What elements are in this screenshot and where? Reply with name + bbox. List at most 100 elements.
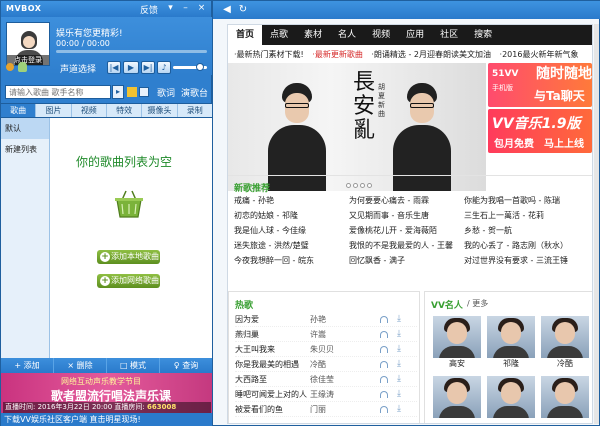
- ticker-item[interactable]: ·2016最火新年新气象: [500, 50, 579, 59]
- user-icon[interactable]: [18, 62, 27, 72]
- tab-camera[interactable]: 摄像头: [142, 104, 178, 117]
- song-link[interactable]: 我是仙人球 - 今佳缘: [234, 225, 349, 240]
- add-local-song-button[interactable]: + 添加本地歌曲: [97, 250, 160, 264]
- song-link[interactable]: 乡愁 - 贺一航: [464, 225, 590, 240]
- playlist-new[interactable]: 新建列表: [1, 139, 49, 160]
- page-scrollbar[interactable]: [594, 24, 599, 424]
- tab-record[interactable]: 录制: [178, 104, 213, 117]
- download-icon[interactable]: ⤓: [397, 345, 401, 354]
- nav-videos[interactable]: 视频: [364, 25, 398, 45]
- search-input[interactable]: [5, 85, 111, 99]
- listen-icon[interactable]: [380, 316, 388, 323]
- nav-community[interactable]: 社区: [432, 25, 466, 45]
- mode-button[interactable]: □ 模式: [107, 358, 160, 373]
- song-link[interactable]: 对过世界没有要求 - 三流王锤: [464, 255, 590, 270]
- listen-icon[interactable]: [380, 361, 388, 368]
- song-title[interactable]: 大王叫我来: [235, 342, 307, 357]
- listen-icon[interactable]: [380, 331, 388, 338]
- stage-button[interactable]: 演歌台: [181, 86, 208, 99]
- back-icon[interactable]: ◀: [221, 4, 233, 16]
- query-button[interactable]: ♀ 查询: [160, 358, 213, 373]
- refresh-icon[interactable]: ↻: [237, 4, 249, 16]
- song-link[interactable]: 初恋的姑娘 - 祁隆: [234, 210, 349, 225]
- minimize-icon[interactable]: –: [180, 3, 191, 14]
- next-icon[interactable]: ▶|: [141, 61, 155, 74]
- song-link[interactable]: 你能为我唱一首歌吗 - 陈瑞: [464, 195, 590, 210]
- song-singer[interactable]: 孙艳: [310, 312, 370, 327]
- download-icon[interactable]: ⤓: [397, 405, 401, 414]
- song-singer[interactable]: 朱贝贝: [310, 342, 370, 357]
- ticker-item[interactable]: ·最新更新歌曲: [312, 50, 363, 59]
- nav-home[interactable]: 首页: [228, 25, 263, 45]
- previous-icon[interactable]: |◀: [107, 61, 121, 74]
- song-link[interactable]: 为何要要心痛去 - 雨霖: [349, 195, 464, 210]
- song-title[interactable]: 因为爱: [235, 312, 307, 327]
- listen-icon[interactable]: [380, 391, 388, 398]
- ticker-item[interactable]: ·最新热门素材下载!: [234, 50, 304, 59]
- celebrity-card[interactable]: [433, 376, 481, 418]
- song-link[interactable]: 我的心丢了 - 路志刚（秋水）: [464, 240, 590, 255]
- song-singer[interactable]: 许嵩: [310, 327, 370, 342]
- hero-banner[interactable]: 長安亂 胡夏新曲: [228, 63, 486, 191]
- tab-effects[interactable]: 特效: [107, 104, 143, 117]
- skin-icon[interactable]: [127, 87, 137, 97]
- song-link[interactable]: 戒痛 - 孙艳: [234, 195, 349, 210]
- nav-search[interactable]: 搜索: [466, 25, 500, 45]
- ticker-item[interactable]: ·朗诵精选 - 2月迎春朗读美文加油: [371, 50, 491, 59]
- more-link[interactable]: / 更多: [467, 298, 488, 309]
- volume-knob[interactable]: [196, 63, 205, 71]
- search-go-button[interactable]: ▸: [112, 85, 124, 99]
- listen-icon[interactable]: [380, 346, 388, 353]
- status-bar[interactable]: 下载VV娱乐社区客户端 直击明星现场!: [1, 413, 213, 426]
- promo-banner[interactable]: 网络互动声乐教学节目 歌者盟流行唱法声乐课 直播时间: 2016年3月22日 2…: [1, 373, 213, 413]
- song-singer[interactable]: 徐佳莹: [310, 372, 370, 387]
- song-link[interactable]: 回忆飘香 - 满子: [349, 255, 464, 270]
- add-online-song-button[interactable]: + 添加网络歌曲: [97, 274, 160, 288]
- song-link[interactable]: 三生石上一萬活 - 花莉: [464, 210, 590, 225]
- record-icon[interactable]: [6, 63, 14, 71]
- channel-select[interactable]: 声道选择: [60, 62, 96, 75]
- celebrity-card[interactable]: 高安: [433, 316, 481, 370]
- song-singer[interactable]: 门丽: [310, 402, 370, 417]
- nav-request[interactable]: 点歌: [262, 25, 296, 45]
- download-icon[interactable]: ⤓: [397, 330, 401, 339]
- celebrity-card[interactable]: [541, 376, 589, 418]
- download-icon[interactable]: ⤓: [397, 315, 401, 324]
- nav-materials[interactable]: 素材: [296, 25, 330, 45]
- song-link[interactable]: 我恨的不是我最爱的人 - 王馨: [349, 240, 464, 255]
- song-title[interactable]: 大西路至: [235, 372, 307, 387]
- celebrity-card[interactable]: 祁隆: [487, 316, 535, 370]
- play-icon[interactable]: ▶: [123, 61, 139, 74]
- download-icon[interactable]: ⤓: [397, 390, 401, 399]
- song-singer[interactable]: 王缘涛: [310, 387, 370, 402]
- lyrics-button[interactable]: 歌词: [157, 86, 175, 99]
- tab-songs[interactable]: 歌曲: [1, 104, 37, 117]
- playlist-default[interactable]: 默认: [1, 118, 49, 139]
- close-icon[interactable]: ×: [196, 3, 207, 14]
- menu-icon[interactable]: ▾: [165, 3, 176, 14]
- song-title[interactable]: 被爱看们的鱼: [235, 402, 307, 417]
- lyrics-icon[interactable]: [139, 87, 149, 97]
- download-icon[interactable]: ⤓: [397, 375, 401, 384]
- mobile-app-ad[interactable]: 51VV 手机版 随时随地 与Ta聊天: [488, 63, 592, 107]
- delete-button[interactable]: × 删除: [54, 358, 107, 373]
- progress-bar[interactable]: [56, 50, 207, 53]
- listen-icon[interactable]: [380, 406, 388, 413]
- vv-music-ad[interactable]: VV音乐1.9版 包月免费 马上上线: [488, 109, 592, 153]
- song-singer[interactable]: 冷酷: [310, 357, 370, 372]
- listen-icon[interactable]: [380, 376, 388, 383]
- song-link[interactable]: 迷失旅途 - 洪然/楚璧: [234, 240, 349, 255]
- volume-icon[interactable]: ♪: [157, 61, 171, 74]
- add-button[interactable]: + 添加: [1, 358, 54, 373]
- celebrity-card[interactable]: 冷酷: [541, 316, 589, 370]
- nav-celebrities[interactable]: 名人: [330, 25, 364, 45]
- tab-videos[interactable]: 视频: [72, 104, 107, 117]
- celebrity-card[interactable]: [487, 376, 535, 418]
- song-link[interactable]: 又见期而事 - 音乐生唐: [349, 210, 464, 225]
- feedback-link[interactable]: 反馈: [140, 3, 158, 16]
- song-link[interactable]: 爱像桃花儿开 - 爱海薇陌: [349, 225, 464, 240]
- song-title[interactable]: 睡吧可闻爱上对的人: [235, 387, 307, 402]
- download-icon[interactable]: ⤓: [397, 360, 401, 369]
- song-link[interactable]: 今夜我想醉一回 - 皖东: [234, 255, 349, 270]
- volume-slider[interactable]: [173, 63, 207, 71]
